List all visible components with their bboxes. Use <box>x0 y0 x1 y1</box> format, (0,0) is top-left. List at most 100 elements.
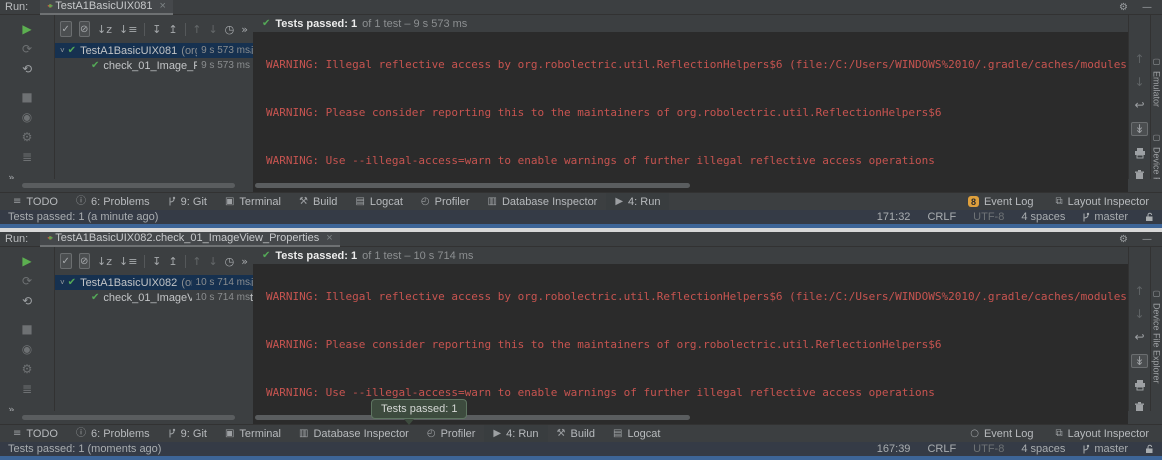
rerun-failed-tests-button[interactable]: ⟳ <box>22 275 32 287</box>
console-horizontal-scrollbar[interactable] <box>255 415 690 420</box>
down-stacktrace-icon[interactable]: ↓ <box>1134 76 1144 88</box>
up-stacktrace-icon[interactable]: ↑ <box>1134 53 1144 65</box>
up-stacktrace-icon[interactable]: ↑ <box>1134 285 1144 297</box>
layout-inspector-button[interactable]: ⧉Layout Inspector <box>1047 193 1158 211</box>
expand-all-icon[interactable]: ↧ <box>152 24 161 35</box>
test-settings-button[interactable]: ⚙ <box>22 131 33 143</box>
tool-window-button-device-file-explorer[interactable]: ▢Device File Explorer <box>1152 289 1162 384</box>
test-history-icon[interactable]: ◷ <box>225 24 235 35</box>
screenshot-button[interactable]: ◉ <box>22 343 32 355</box>
toolbar-more-icon[interactable]: » <box>241 23 248 36</box>
test-settings-button[interactable]: ⚙ <box>22 363 33 375</box>
show-passed-toggle[interactable]: ✓ <box>60 253 72 269</box>
chevron-down-icon[interactable]: ˅ <box>60 46 65 55</box>
tool-window-button-database-inspector[interactable]: ▥Database Inspector <box>290 425 418 443</box>
lock-icon[interactable] <box>1145 444 1154 454</box>
tool-window-button-build[interactable]: ⚒Build <box>548 425 604 443</box>
tool-window-button-logcat[interactable]: ▤Logcat <box>604 425 669 443</box>
sort-by-duration-icon[interactable]: ↓≡ <box>119 256 137 267</box>
stop-button[interactable]: ■ <box>21 91 32 103</box>
tool-window-button-terminal[interactable]: ▣Terminal <box>216 193 290 211</box>
previous-failed-icon[interactable]: ↑ <box>192 24 201 35</box>
next-failed-icon[interactable]: ↓ <box>208 24 217 35</box>
tool-window-button-emulator[interactable]: ▢Emulator <box>1152 57 1162 107</box>
close-icon[interactable]: × <box>326 232 332 244</box>
tool-window-button-database-inspector[interactable]: ▥Database Inspector <box>479 193 607 211</box>
file-encoding[interactable]: UTF-8 <box>973 211 1004 223</box>
show-ignored-toggle[interactable]: ⊘ <box>79 21 91 37</box>
soft-wrap-icon[interactable]: ↩ <box>1134 331 1144 343</box>
expand-all-icon[interactable]: ↧ <box>152 256 161 267</box>
test-history-icon[interactable]: ◷ <box>225 256 235 267</box>
scroll-to-end-icon[interactable]: ↡ <box>1131 354 1148 368</box>
gear-icon[interactable]: ⚙ <box>1119 2 1128 13</box>
sort-alphabetically-icon[interactable]: ↓z <box>97 24 112 35</box>
line-separator[interactable]: CRLF <box>927 211 956 223</box>
console-horizontal-scrollbar[interactable] <box>255 183 690 188</box>
chevron-down-icon[interactable]: ˅ <box>60 278 65 287</box>
caret-position[interactable]: 171:32 <box>877 211 911 223</box>
git-branch-widget[interactable]: master <box>1082 443 1128 455</box>
rerun-button[interactable]: ▶ <box>22 255 31 267</box>
tool-window-button-logcat[interactable]: ▤Logcat <box>346 193 411 211</box>
event-log-button[interactable]: ○Event Log <box>961 425 1042 443</box>
layout-inspector-button[interactable]: ⧉Layout Inspector <box>1047 425 1158 443</box>
indent-setting[interactable]: 4 spaces <box>1021 211 1065 223</box>
indent-setting[interactable]: 4 spaces <box>1021 443 1065 455</box>
event-log-button[interactable]: 8Event Log <box>959 193 1043 211</box>
stop-button[interactable]: ■ <box>21 323 32 335</box>
tool-window-button-git[interactable]: 9: Git <box>159 425 216 443</box>
caret-position[interactable]: 167:39 <box>877 443 911 455</box>
next-failed-icon[interactable]: ↓ <box>208 256 217 267</box>
test-tree-child-row[interactable]: ✔ check_01_ImageView_Properties 10 s 714… <box>55 290 253 305</box>
tool-window-button-profiler[interactable]: ◴Profiler <box>418 425 485 443</box>
git-branch-widget[interactable]: master <box>1082 211 1128 223</box>
show-ignored-toggle[interactable]: ⊘ <box>79 253 91 269</box>
tool-window-button-run[interactable]: ▶4: Run <box>484 425 547 443</box>
screenshot-button[interactable]: ◉ <box>22 111 32 123</box>
git-branch-icon <box>168 196 176 207</box>
logcat-icon: ▤ <box>355 197 364 207</box>
sort-by-duration-icon[interactable]: ↓≡ <box>119 24 137 35</box>
lock-icon[interactable] <box>1145 212 1154 222</box>
toggle-auto-test-button[interactable]: ⟲ <box>22 295 32 307</box>
toggle-auto-test-button[interactable]: ⟲ <box>22 63 32 75</box>
tool-window-button-terminal[interactable]: ▣Terminal <box>216 425 290 443</box>
tree-horizontal-scrollbar[interactable] <box>22 183 235 188</box>
test-tree-root-row[interactable]: ˅ ✔ TestA1BasicUIX082 (org.aplas.basica … <box>55 275 253 290</box>
tool-window-button-git[interactable]: 9: Git <box>159 193 216 211</box>
previous-failed-icon[interactable]: ↑ <box>192 256 201 267</box>
tool-window-button-todo[interactable]: ≡TODO <box>4 425 67 443</box>
close-icon[interactable]: × <box>160 0 166 12</box>
run-config-tab[interactable]: ◂▸ TestA1BasicUIX081 × <box>40 0 173 15</box>
collapse-all-icon[interactable]: ↥ <box>168 24 177 35</box>
rerun-button[interactable]: ▶ <box>22 23 31 35</box>
down-stacktrace-icon[interactable]: ↓ <box>1134 308 1144 320</box>
gear-icon[interactable]: ⚙ <box>1119 234 1128 245</box>
test-tree-child-row[interactable]: ✔ check_01_Image_Resources 9 s 573 ms <box>55 58 253 73</box>
collapse-all-icon[interactable]: ↥ <box>168 256 177 267</box>
tool-window-button-build[interactable]: ⚒Build <box>290 193 346 211</box>
minimize-icon[interactable]: — <box>1142 234 1152 245</box>
test-tree-root-row[interactable]: ˅ ✔ TestA1BasicUIX081 (org.aplas.basica … <box>55 43 253 58</box>
run-config-tab[interactable]: ◂▸ TestA1BasicUIX082.check_01_ImageView_… <box>40 232 339 247</box>
scroll-to-end-icon[interactable]: ↡ <box>1131 122 1148 136</box>
print-icon[interactable] <box>1134 147 1146 159</box>
import-tests-button[interactable]: ≣ <box>22 383 32 395</box>
soft-wrap-icon[interactable]: ↩ <box>1134 99 1144 111</box>
sort-alphabetically-icon[interactable]: ↓z <box>97 256 112 267</box>
rerun-failed-tests-button[interactable]: ⟳ <box>22 43 32 55</box>
line-separator[interactable]: CRLF <box>927 443 956 455</box>
tree-horizontal-scrollbar[interactable] <box>22 415 235 420</box>
minimize-icon[interactable]: — <box>1142 2 1152 13</box>
tool-window-button-run[interactable]: ▶4: Run <box>606 193 669 211</box>
tool-window-button-problems[interactable]: ⓘ6: Problems <box>67 425 159 443</box>
toolbar-more-icon[interactable]: » <box>241 255 248 268</box>
tool-window-button-problems[interactable]: ⓘ6: Problems <box>67 193 159 211</box>
print-icon[interactable] <box>1134 379 1146 391</box>
tool-window-button-profiler[interactable]: ◴Profiler <box>412 193 479 211</box>
show-passed-toggle[interactable]: ✓ <box>60 21 72 37</box>
file-encoding[interactable]: UTF-8 <box>973 443 1004 455</box>
import-tests-button[interactable]: ≣ <box>22 151 32 163</box>
tool-window-button-todo[interactable]: ≡TODO <box>4 193 67 211</box>
